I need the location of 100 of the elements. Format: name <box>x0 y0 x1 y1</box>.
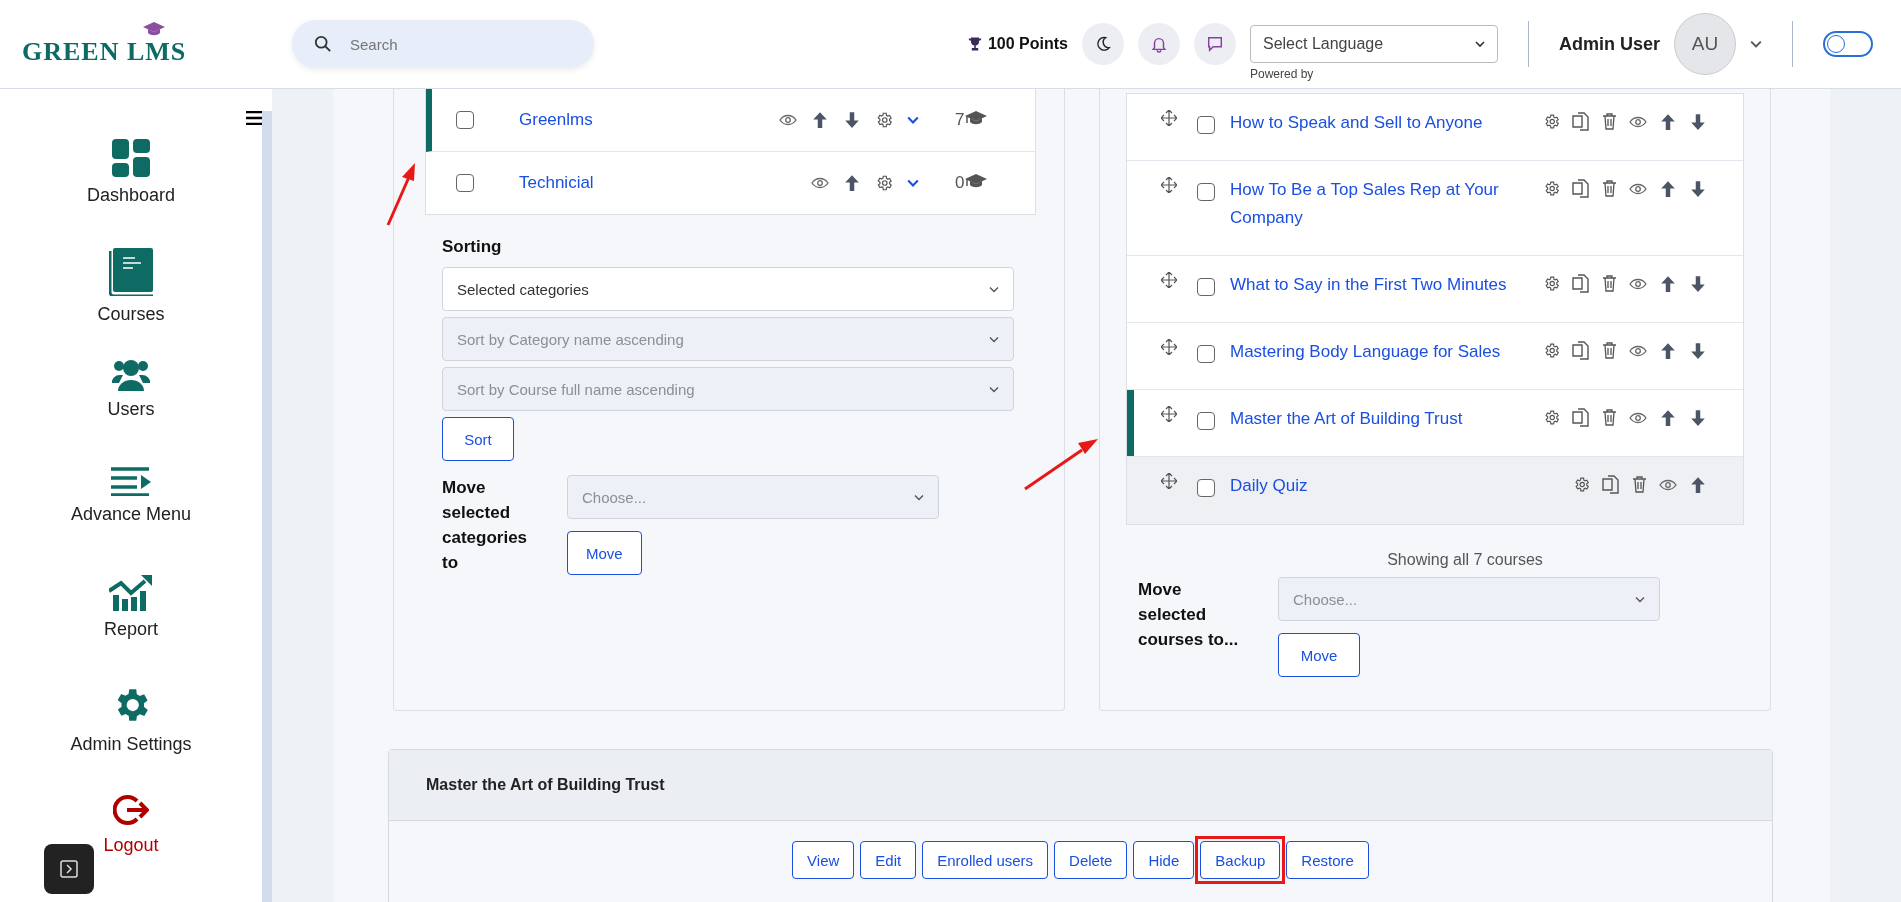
course-link[interactable]: How To Be a Top Sales Rep at Your Company <box>1230 176 1510 232</box>
copy-icon[interactable] <box>1572 274 1590 293</box>
action-button[interactable]: Delete <box>1054 841 1128 879</box>
toggle-switch[interactable] <box>1823 31 1873 57</box>
trash-icon[interactable] <box>1602 180 1617 197</box>
category-row[interactable]: Greenlms 7 <box>426 89 1035 152</box>
move-icon[interactable] <box>1161 473 1177 489</box>
arrow-down-icon[interactable] <box>1689 274 1707 293</box>
course-link[interactable]: What to Say in the First Two Minutes <box>1230 271 1510 299</box>
sidebar-item[interactable]: Logout <box>103 793 159 902</box>
move-icon[interactable] <box>1161 339 1177 355</box>
move-icon[interactable] <box>1161 272 1177 288</box>
arrow-up-icon[interactable] <box>1689 475 1707 494</box>
eye-icon[interactable] <box>1629 182 1647 195</box>
settings-icon[interactable] <box>1543 113 1560 130</box>
category-row[interactable]: Technicial 0 <box>426 152 1035 214</box>
arrow-down-icon[interactable] <box>1689 341 1707 360</box>
checkbox[interactable] <box>1197 278 1215 296</box>
checkbox[interactable] <box>1197 479 1215 497</box>
copy-icon[interactable] <box>1572 341 1590 360</box>
logo[interactable]: GREEN LMS <box>22 21 292 67</box>
checkbox[interactable] <box>1197 183 1215 201</box>
eye-icon[interactable] <box>811 177 829 189</box>
sidebar-item[interactable]: Advance Menu <box>70 466 192 575</box>
eye-icon[interactable] <box>1629 277 1647 290</box>
course-row[interactable]: What to Say in the First Two Minutes <box>1127 256 1743 323</box>
language-select[interactable]: Select Language <box>1249 25 1498 63</box>
move-icon[interactable] <box>1161 177 1177 193</box>
checkbox[interactable] <box>1197 116 1215 134</box>
category-link[interactable]: Greenlms <box>519 110 719 130</box>
checkbox[interactable] <box>1197 345 1215 363</box>
move-icon[interactable] <box>1161 110 1177 126</box>
expand-button[interactable] <box>44 844 94 894</box>
sidebar-item[interactable]: Users <box>107 357 155 466</box>
copy-icon[interactable] <box>1602 475 1620 494</box>
copy-icon[interactable] <box>1572 408 1590 427</box>
settings-icon[interactable] <box>1543 342 1560 359</box>
action-button[interactable]: Restore <box>1286 841 1369 879</box>
arrow-up-icon[interactable] <box>1659 274 1677 293</box>
scrollbar[interactable] <box>262 111 272 902</box>
course-link[interactable]: How to Speak and Sell to Anyone <box>1230 109 1510 137</box>
trash-icon[interactable] <box>1602 275 1617 292</box>
eye-icon[interactable] <box>1629 411 1647 424</box>
action-button[interactable]: Enrolled users <box>922 841 1049 879</box>
checkbox[interactable] <box>456 111 474 129</box>
trash-icon[interactable] <box>1632 476 1647 493</box>
course-row[interactable]: How To Be a Top Sales Rep at Your Company <box>1127 161 1743 256</box>
arrow-down-icon[interactable] <box>1689 112 1707 131</box>
course-link[interactable]: Mastering Body Language for Sales <box>1230 338 1510 366</box>
avatar[interactable]: AU <box>1674 13 1736 75</box>
arrow-up-icon[interactable] <box>811 111 829 129</box>
course-row[interactable]: Mastering Body Language for Sales <box>1127 323 1743 390</box>
messages-button[interactable] <box>1193 23 1236 65</box>
settings-icon[interactable] <box>1543 275 1560 292</box>
settings-icon[interactable] <box>875 111 893 129</box>
settings-icon[interactable] <box>1543 180 1560 197</box>
sort-select[interactable]: Selected categories <box>442 267 1014 311</box>
course-link[interactable]: Master the Art of Building Trust <box>1230 405 1510 433</box>
menu-icon[interactable] <box>246 111 262 125</box>
settings-icon[interactable] <box>875 174 893 192</box>
trash-icon[interactable] <box>1602 342 1617 359</box>
dark-mode-button[interactable] <box>1081 23 1124 65</box>
chevron-down-icon[interactable] <box>1750 40 1762 48</box>
copy-icon[interactable] <box>1572 112 1590 131</box>
settings-icon[interactable] <box>1573 476 1590 493</box>
chevron-down-icon[interactable] <box>907 116 919 124</box>
action-button[interactable]: Backup <box>1200 841 1281 879</box>
sidebar-item[interactable]: Courses <box>97 248 165 357</box>
sidebar-item[interactable]: Report <box>104 575 158 684</box>
sort-button[interactable]: Sort <box>442 417 514 461</box>
arrow-up-icon[interactable] <box>843 174 861 192</box>
eye-icon[interactable] <box>1629 344 1647 357</box>
action-button[interactable]: Edit <box>860 841 917 879</box>
settings-icon[interactable] <box>1543 409 1560 426</box>
course-row[interactable]: Daily Quiz <box>1127 457 1743 524</box>
notifications-button[interactable] <box>1137 23 1180 65</box>
arrow-up-icon[interactable] <box>1659 408 1677 427</box>
search-field[interactable]: Search <box>292 20 594 68</box>
trash-icon[interactable] <box>1602 409 1617 426</box>
trash-icon[interactable] <box>1602 113 1617 130</box>
arrow-up-icon[interactable] <box>1659 341 1677 360</box>
eye-icon[interactable] <box>779 114 797 126</box>
arrow-up-icon[interactable] <box>1659 112 1677 131</box>
arrow-down-icon[interactable] <box>1689 179 1707 198</box>
action-button[interactable]: View <box>792 841 855 879</box>
sidebar-item[interactable]: Dashboard <box>86 139 176 248</box>
move-icon[interactable] <box>1161 406 1177 422</box>
category-link[interactable]: Technicial <box>519 173 719 193</box>
checkbox[interactable] <box>456 174 474 192</box>
sidebar-item[interactable]: Admin Settings <box>70 684 192 793</box>
course-link[interactable]: Daily Quiz <box>1230 472 1510 500</box>
eye-icon[interactable] <box>1659 478 1677 491</box>
action-button[interactable]: Hide <box>1133 841 1195 879</box>
checkbox[interactable] <box>1197 412 1215 430</box>
eye-icon[interactable] <box>1629 115 1647 128</box>
arrow-down-icon[interactable] <box>843 111 861 129</box>
course-row[interactable]: How to Speak and Sell to Anyone <box>1127 94 1743 161</box>
arrow-down-icon[interactable] <box>1689 408 1707 427</box>
copy-icon[interactable] <box>1572 179 1590 198</box>
chevron-down-icon[interactable] <box>907 179 919 187</box>
